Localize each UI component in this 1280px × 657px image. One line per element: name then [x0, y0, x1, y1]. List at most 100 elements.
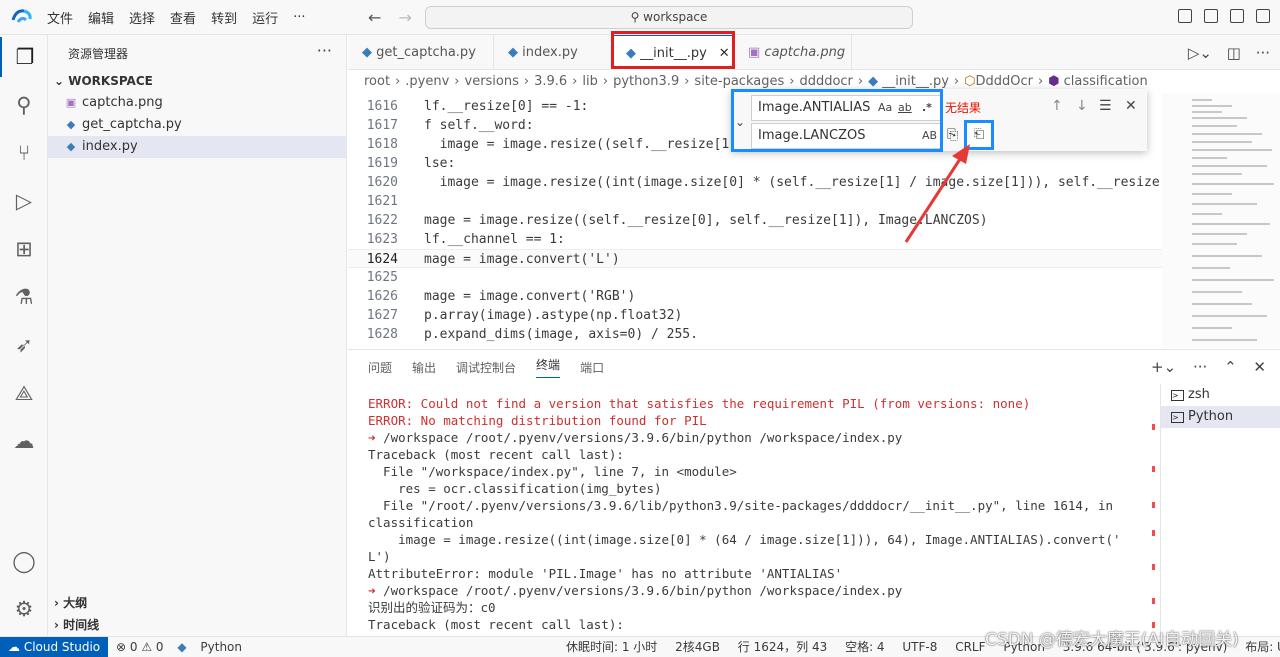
customize-layout-icon[interactable]	[1256, 9, 1270, 23]
encoding-status[interactable]: UTF-8	[902, 640, 937, 654]
close-icon[interactable]: ✕	[1253, 358, 1266, 376]
problems-status[interactable]: ⊗ 0 ⚠ 0	[116, 640, 164, 654]
chevron-right-icon: ›	[953, 74, 960, 89]
watermark: CSDN @德宏大魔王(AI自动回关)	[985, 630, 1239, 650]
breadcrumb-item[interactable]: root	[364, 74, 390, 89]
chevron-right-icon: ›	[602, 74, 609, 89]
timeline-section[interactable]: › 时间线	[48, 614, 347, 636]
python-file-icon: ◆	[508, 45, 523, 60]
breadcrumb-item[interactable]: 3.9.6	[534, 74, 567, 89]
menu-edit[interactable]: 编辑	[88, 8, 114, 27]
find-in-selection-icon[interactable]: ☰	[1099, 98, 1112, 114]
tab-get-captcha[interactable]: ◆ get_captcha.py	[348, 35, 494, 70]
breadcrumb-item[interactable]: classification	[1064, 74, 1148, 89]
cloud-icon[interactable]: ☁	[0, 421, 48, 461]
breadcrumb-item[interactable]: DdddOcr	[975, 74, 1033, 89]
line-number: 1623	[366, 232, 398, 247]
menu-go[interactable]: 转到	[211, 8, 237, 27]
arrow-down-icon[interactable]: ↓	[1076, 98, 1088, 114]
settings-icon[interactable]: ⚙	[0, 589, 48, 629]
close-icon[interactable]: ✕	[1125, 98, 1137, 114]
rest-time-status[interactable]: 休眠时间: 1 小时	[566, 640, 657, 654]
cursor-position[interactable]: 行 1624，列 43	[738, 640, 827, 654]
menu-more[interactable]: ···	[293, 10, 305, 25]
indentation-status[interactable]: 空格: 4	[845, 640, 885, 654]
file-index-py[interactable]: ◆ index.py	[48, 136, 347, 158]
breadcrumb-item[interactable]: ddddocr	[799, 74, 852, 89]
line-code: image = image.resize((int(image.size[0] …	[424, 175, 1168, 190]
terminal-item-python[interactable]: > Python	[1161, 406, 1280, 428]
tab-captcha-png[interactable]: ▣ captcha.png	[734, 35, 852, 70]
account-icon[interactable]: ◯	[0, 541, 48, 581]
image-file-icon: ▣	[65, 96, 77, 109]
terminal-name: zsh	[1188, 387, 1210, 402]
prompt-arrow-icon: ➜	[368, 583, 384, 598]
terminal-command: /workspace /root/.pyenv/versions/3.9.6/b…	[383, 583, 903, 598]
terminal-line: 识别出的验证码为：c0	[368, 600, 496, 615]
code-line: 1622 mage = image.resize((self.__resize[0…	[348, 211, 1163, 230]
run-debug-icon[interactable]: ▷	[0, 181, 48, 221]
toggle-sidebar-icon[interactable]	[1178, 9, 1192, 23]
files-icon[interactable]: ❐	[0, 37, 48, 77]
python-icon: ◆	[177, 640, 191, 654]
remote-label: Cloud Studio	[23, 640, 101, 654]
toggle-secondary-sidebar-icon[interactable]	[1230, 9, 1244, 23]
tab-output[interactable]: 输出	[412, 359, 436, 376]
chevron-right-icon: ›	[857, 74, 864, 89]
arrow-right-icon[interactable]: →	[399, 8, 412, 27]
language-label: Python	[200, 640, 243, 654]
breadcrumb-item[interactable]: site-packages	[694, 74, 784, 89]
tab-terminal[interactable]: 终端	[536, 356, 561, 378]
menu-run[interactable]: 运行	[252, 8, 278, 27]
breadcrumb-item[interactable]: __init__.py	[882, 74, 949, 89]
split-editor-icon[interactable]: ◫	[1227, 44, 1241, 62]
file-get-captcha-py[interactable]: ◆ get_captcha.py	[48, 114, 347, 136]
deploy-icon[interactable]: ➶	[0, 325, 48, 365]
cpu-status[interactable]: 2核4GB	[675, 640, 720, 654]
menu-file[interactable]: 文件	[47, 8, 73, 27]
file-captcha-png[interactable]: ▣ captcha.png	[48, 92, 347, 114]
arrow-left-icon[interactable]: ←	[368, 8, 381, 27]
language-indicator[interactable]: ◆ Python	[177, 640, 252, 654]
line-code: mage = image.convert('L')	[424, 252, 620, 267]
breadcrumb-item[interactable]: versions	[465, 74, 519, 89]
breadcrumb-item[interactable]: lib	[582, 74, 597, 89]
keyboard-layout[interactable]: 布局: US	[1245, 640, 1280, 654]
testing-icon[interactable]: ⚗	[0, 277, 48, 317]
terminal-output[interactable]: ERROR: Could not find a version that sat…	[368, 395, 1148, 637]
toggle-panel-icon[interactable]	[1204, 9, 1218, 23]
outline-section[interactable]: › 大纲	[48, 592, 347, 614]
tab-problems[interactable]: 问题	[368, 359, 392, 376]
workspace-section[interactable]: ⌄ WORKSPACE	[48, 70, 347, 92]
menu-selection[interactable]: 选择	[129, 8, 155, 27]
search-icon[interactable]: ⚲	[0, 85, 48, 125]
new-terminal-icon[interactable]: +⌄	[1151, 358, 1176, 376]
run-file-icon[interactable]: ▷⌄	[1188, 44, 1212, 62]
terminal-scrollbar[interactable]	[1152, 384, 1156, 637]
breadcrumb-item[interactable]: .pyenv	[405, 74, 449, 89]
tab-label: captcha.png	[764, 45, 846, 60]
explorer-more-actions[interactable]: ···	[317, 41, 332, 60]
terminal-item-zsh[interactable]: > zsh	[1161, 384, 1280, 406]
line-number: 1616	[366, 99, 398, 114]
eol-status[interactable]: CRLF	[955, 640, 985, 654]
file-name: get_captcha.py	[82, 117, 182, 132]
more-actions-icon[interactable]: ···	[1256, 44, 1270, 62]
tab-index[interactable]: ◆ index.py	[494, 35, 612, 70]
arrow-up-icon[interactable]: ↑	[1051, 98, 1063, 114]
more-actions-icon[interactable]: ···	[1193, 358, 1207, 376]
breadcrumb-item[interactable]: python3.9	[613, 74, 679, 89]
chevron-right-icon: ›	[1037, 74, 1044, 89]
source-control-icon[interactable]: ⑂	[0, 133, 48, 173]
terminal-line: AttributeError: module 'PIL.Image' has n…	[368, 566, 843, 581]
extensions-icon[interactable]: ⊞	[0, 229, 48, 269]
tab-ports[interactable]: 端口	[580, 359, 604, 376]
menu-view[interactable]: 查看	[170, 8, 196, 27]
chevron-up-icon[interactable]: ⌃	[1224, 358, 1237, 376]
graph-icon[interactable]: ⟁	[0, 373, 48, 413]
command-center-search[interactable]: ⚲ workspace	[425, 6, 913, 29]
tab-debug-console[interactable]: 调试控制台	[456, 359, 516, 376]
remote-indicator[interactable]: ☁ Cloud Studio	[0, 637, 108, 657]
minimap[interactable]	[1162, 93, 1280, 348]
python-file-icon: ◆	[362, 45, 377, 60]
